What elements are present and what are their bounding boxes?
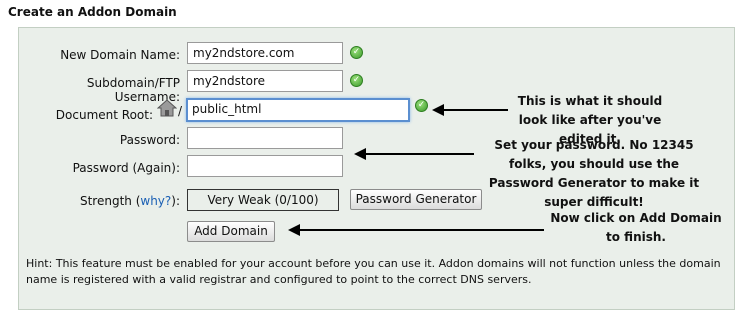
arrow-add-domain-head: [288, 224, 300, 236]
hint-text: Hint: This feature must be enabled for y…: [26, 257, 721, 286]
arrow-password-head: [354, 148, 366, 160]
arrow-doc-root-head: [432, 104, 444, 116]
